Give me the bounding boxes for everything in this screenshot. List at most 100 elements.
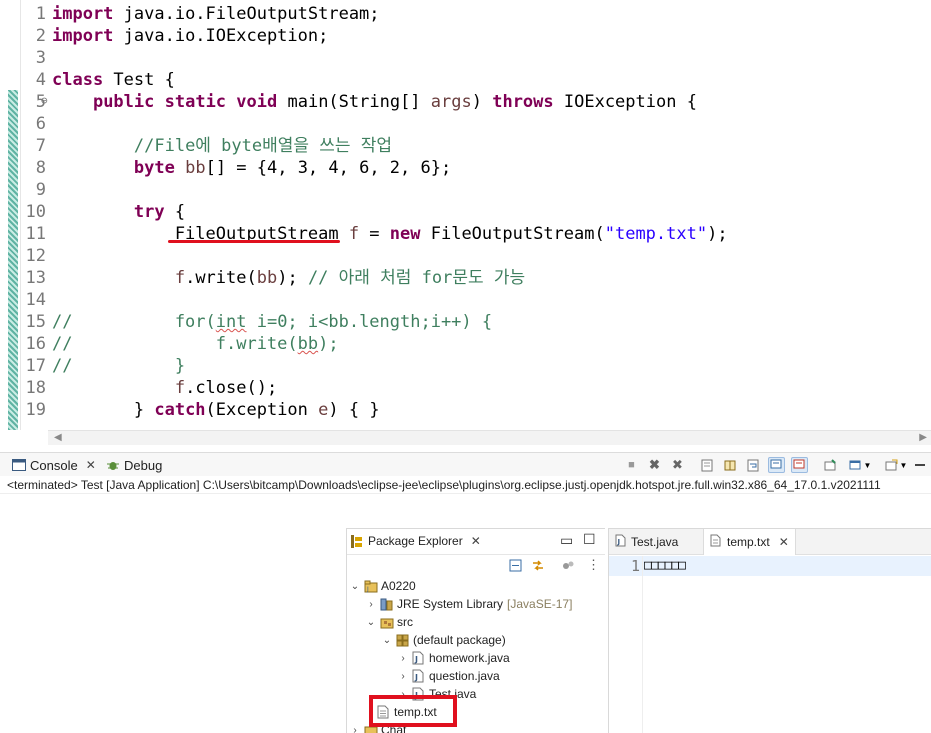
tree-item-jre-suffix: [JavaSE-17] bbox=[507, 597, 573, 611]
clear-console-icon[interactable] bbox=[699, 457, 716, 473]
code-text: } catch(Exception e) { } bbox=[52, 400, 380, 420]
terminate-icon[interactable]: ■ bbox=[623, 457, 640, 473]
maximize-icon[interactable]: ☐ bbox=[583, 531, 596, 548]
filters-icon[interactable] bbox=[561, 559, 575, 577]
svg-text:J: J bbox=[366, 586, 369, 593]
code-line[interactable]: 10 try { bbox=[0, 201, 931, 223]
java-file-icon: J bbox=[615, 534, 626, 550]
tree-item-src[interactable]: ⌄ src bbox=[365, 613, 413, 631]
line-number: 2 bbox=[35, 26, 46, 46]
tab-temp-txt-label: temp.txt bbox=[727, 535, 770, 549]
code-line[interactable]: 4 class Test { bbox=[0, 69, 931, 91]
code-line[interactable]: 17 // } bbox=[0, 355, 931, 377]
scroll-lock-icon[interactable] bbox=[722, 457, 739, 473]
text-file-icon bbox=[710, 534, 721, 550]
file-content[interactable]: □□□□□□ bbox=[644, 556, 686, 576]
tab-debug-label: Debug bbox=[124, 457, 163, 473]
chevron-right-icon[interactable]: › bbox=[397, 653, 409, 664]
red-highlight-box bbox=[369, 695, 457, 727]
code-line[interactable]: 2 import java.io.IOException; bbox=[0, 25, 931, 47]
package-explorer-tabbar: Package Explorer ✕ ▭ ☐ bbox=[347, 529, 605, 555]
line-number: 1 bbox=[35, 4, 46, 24]
code-line[interactable]: 16 // f.write(bb); bbox=[0, 333, 931, 355]
code-text: f.close(); bbox=[174, 378, 278, 398]
show-on-output-icon[interactable] bbox=[768, 457, 785, 473]
pin-console-icon[interactable] bbox=[822, 457, 839, 473]
display-console-icon[interactable]: ▼ bbox=[847, 457, 873, 473]
code-line[interactable]: 7 //File에 byte배열을 쓰는 작업 bbox=[0, 135, 931, 157]
code-text: byte bb[] = {4, 3, 4, 6, 2, 6}; bbox=[133, 158, 452, 178]
chevron-down-icon[interactable]: ⌄ bbox=[381, 635, 393, 646]
line-number: 7 bbox=[35, 136, 46, 156]
java-file-icon: J bbox=[412, 669, 424, 683]
svg-text:J: J bbox=[617, 538, 621, 546]
code-line[interactable]: 19 } catch(Exception e) { } bbox=[0, 399, 931, 421]
code-line[interactable]: 15 // for(int i=0; i<bb.length;i++) { bbox=[0, 311, 931, 333]
tree-item-question-label: question.java bbox=[429, 669, 500, 683]
line-number: 12 bbox=[25, 246, 46, 266]
code-line[interactable]: 1 import java.io.FileOutputStream; bbox=[0, 3, 931, 25]
editor-tabbar: J Test.java temp.txt ✕ bbox=[609, 529, 931, 555]
line-number: 10 bbox=[25, 202, 46, 222]
horizontal-scrollbar[interactable]: ◀ ▶ bbox=[48, 430, 931, 445]
code-line[interactable]: 3 bbox=[0, 47, 931, 69]
chevron-right-icon[interactable]: › bbox=[349, 725, 361, 733]
close-icon[interactable]: ✕ bbox=[86, 458, 96, 472]
line-number: 15 bbox=[25, 312, 46, 332]
code-line[interactable]: 5 ⊖ public static void main(String[] args… bbox=[0, 91, 931, 113]
chevron-right-icon[interactable]: › bbox=[365, 599, 377, 610]
code-line[interactable]: 18 f.close(); bbox=[0, 377, 931, 399]
code-text: import java.io.IOException; bbox=[52, 26, 329, 46]
code-line[interactable]: 6 bbox=[0, 113, 931, 135]
scroll-right-icon[interactable]: ▶ bbox=[919, 432, 927, 443]
code-line[interactable]: 12 bbox=[0, 245, 931, 267]
package-explorer-title: Package Explorer bbox=[368, 534, 463, 548]
line-number: 19 bbox=[25, 400, 46, 420]
tree-item-homework[interactable]: › J homework.java bbox=[397, 649, 509, 667]
tab-debug[interactable]: Debug bbox=[106, 453, 162, 477]
collapse-all-icon[interactable] bbox=[509, 559, 522, 577]
view-menu-icon[interactable]: ⋮ bbox=[587, 557, 600, 573]
line-number: 18 bbox=[25, 378, 46, 398]
tree-item-project[interactable]: ⌄ J A0220 bbox=[349, 577, 416, 595]
svg-text:J: J bbox=[414, 673, 418, 682]
line-number: 3 bbox=[35, 48, 46, 68]
code-editor[interactable]: 1 import java.io.FileOutputStream; 2 import… bbox=[0, 0, 931, 430]
line-number: 17 bbox=[25, 356, 46, 376]
close-icon[interactable]: ✕ bbox=[779, 535, 789, 549]
code-line[interactable]: 11 FileOutputStream f = new FileOutputSt… bbox=[0, 223, 931, 245]
tab-console-label: Console bbox=[30, 457, 78, 473]
tab-test-java[interactable]: J Test.java bbox=[609, 529, 684, 555]
link-with-editor-icon[interactable] bbox=[531, 559, 545, 577]
code-text: //File에 byte배열을 쓰는 작업 bbox=[133, 136, 393, 156]
show-on-error-icon[interactable] bbox=[791, 457, 808, 473]
code-text: f.write(bb); // 아래 처럼 for문도 가능 bbox=[174, 268, 526, 288]
chevron-right-icon[interactable]: › bbox=[397, 671, 409, 682]
minimize-icon[interactable]: ▭ bbox=[560, 532, 573, 549]
chevron-down-icon[interactable]: ⌄ bbox=[365, 617, 377, 628]
open-console-icon[interactable]: ▼ bbox=[883, 457, 909, 473]
code-line[interactable]: 9 bbox=[0, 179, 931, 201]
remove-all-launches-icon[interactable]: ✖ bbox=[669, 457, 686, 473]
scroll-left-icon[interactable]: ◀ bbox=[54, 432, 62, 443]
line-number: 1 bbox=[631, 557, 641, 575]
tab-temp-txt[interactable]: temp.txt ✕ bbox=[703, 529, 796, 555]
tab-console[interactable]: Console ✕ bbox=[12, 453, 96, 477]
remove-launch-icon[interactable]: ✖ bbox=[646, 457, 663, 473]
code-line[interactable]: 8 byte bb[] = {4, 3, 4, 6, 2, 6}; bbox=[0, 157, 931, 179]
code-line[interactable]: 14 bbox=[0, 289, 931, 311]
tree-item-question[interactable]: › J question.java bbox=[397, 667, 500, 685]
bug-icon bbox=[106, 459, 120, 471]
close-icon[interactable]: ✕ bbox=[471, 534, 481, 548]
package-icon bbox=[396, 633, 409, 647]
minimize-icon[interactable] bbox=[911, 457, 929, 473]
text-editor-panel: J Test.java temp.txt ✕ 1 □□□□□□ bbox=[608, 528, 931, 733]
tree-item-jre-label: JRE System Library bbox=[397, 597, 504, 611]
tab-package-explorer[interactable]: Package Explorer ✕ bbox=[351, 534, 481, 548]
word-wrap-icon[interactable] bbox=[745, 457, 762, 473]
tree-item-default-package[interactable]: ⌄ (default package) bbox=[381, 631, 506, 649]
fold-toggle-icon[interactable]: ⊖ bbox=[41, 90, 48, 112]
chevron-down-icon[interactable]: ⌄ bbox=[349, 581, 361, 592]
tree-item-jre[interactable]: › JRE System Library [JavaSE-17] bbox=[365, 595, 572, 613]
code-line[interactable]: 13 f.write(bb); // 아래 처럼 for문도 가능 bbox=[0, 267, 931, 289]
